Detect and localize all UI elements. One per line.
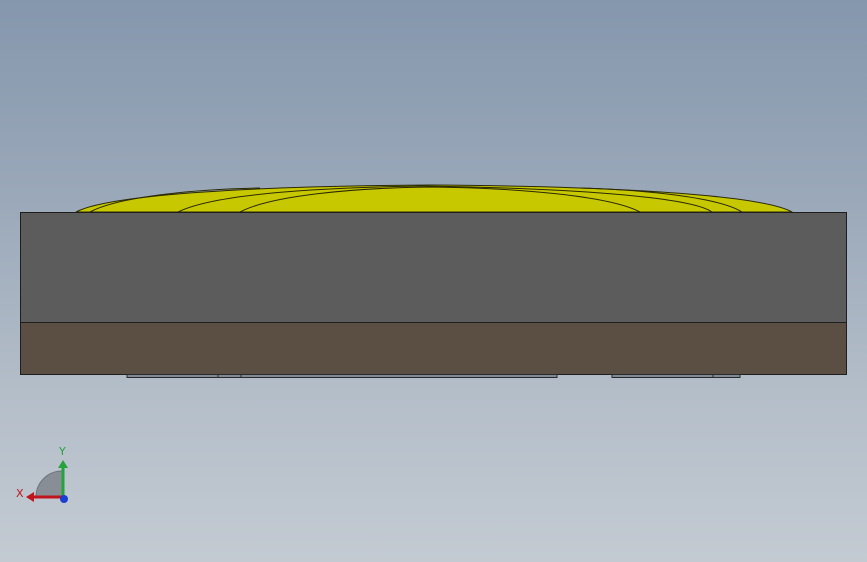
triad-y-arrow	[58, 460, 68, 468]
triad-x-label: X	[16, 487, 24, 500]
triad-z-axis	[60, 495, 68, 503]
orientation-triad: Y X	[16, 445, 68, 503]
cad-viewport[interactable]: Y X	[0, 0, 867, 562]
base-feet	[126, 374, 741, 378]
brown-base[interactable]	[20, 322, 847, 375]
gray-body[interactable]	[20, 212, 847, 323]
cap-outer-dome	[75, 184, 794, 213]
foot-left	[126, 374, 242, 378]
foot-center	[240, 374, 558, 378]
yellow-cap[interactable]	[75, 184, 794, 213]
triad-y-label: Y	[58, 445, 66, 458]
triad-quarter-disc	[35, 470, 63, 498]
triad-x-arrow	[26, 492, 34, 502]
foot-right	[611, 374, 741, 378]
